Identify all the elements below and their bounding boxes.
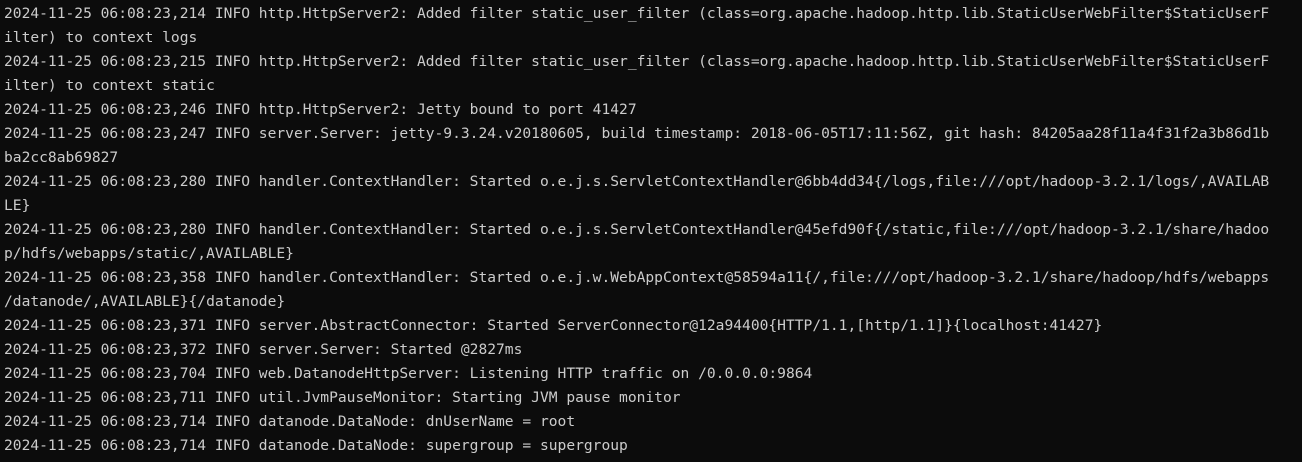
log-line: 2024-11-25 06:08:23,372 INFO server.Serv… [4,341,523,358]
log-line: ba2cc8ab69827 [4,149,119,166]
log-line: 2024-11-25 06:08:23,704 INFO web.Datanod… [4,365,813,382]
log-line: 2024-11-25 06:08:23,280 INFO handler.Con… [4,221,1270,238]
log-line: 2024-11-25 06:08:23,358 INFO handler.Con… [4,269,1270,286]
log-line: 2024-11-25 06:08:23,714 INFO datanode.Da… [4,437,628,454]
log-line: /datanode/,AVAILABLE}{/datanode} [4,293,286,310]
terminal-output[interactable]: 2024-11-25 06:08:23,214 INFO http.HttpSe… [0,0,1302,462]
log-line: 2024-11-25 06:08:23,214 INFO http.HttpSe… [4,5,1270,22]
log-line: 2024-11-25 06:08:23,714 INFO datanode.Da… [4,413,576,430]
log-line: 2024-11-25 06:08:23,247 INFO server.Serv… [4,125,1270,142]
log-line: 2024-11-25 06:08:23,280 INFO handler.Con… [4,173,1270,190]
log-line: LE} [4,197,31,214]
log-line: ilter) to context logs [4,29,198,46]
log-line: 2024-11-25 06:08:23,711 INFO util.JvmPau… [4,389,681,406]
log-line: ilter) to context static [4,77,215,94]
log-line: 2024-11-25 06:08:23,246 INFO http.HttpSe… [4,101,637,118]
log-line: 2024-11-25 06:08:23,215 INFO http.HttpSe… [4,53,1270,70]
log-line: p/hdfs/webapps/static/,AVAILABLE} [4,245,294,262]
log-line: 2024-11-25 06:08:23,371 INFO server.Abst… [4,317,1103,334]
